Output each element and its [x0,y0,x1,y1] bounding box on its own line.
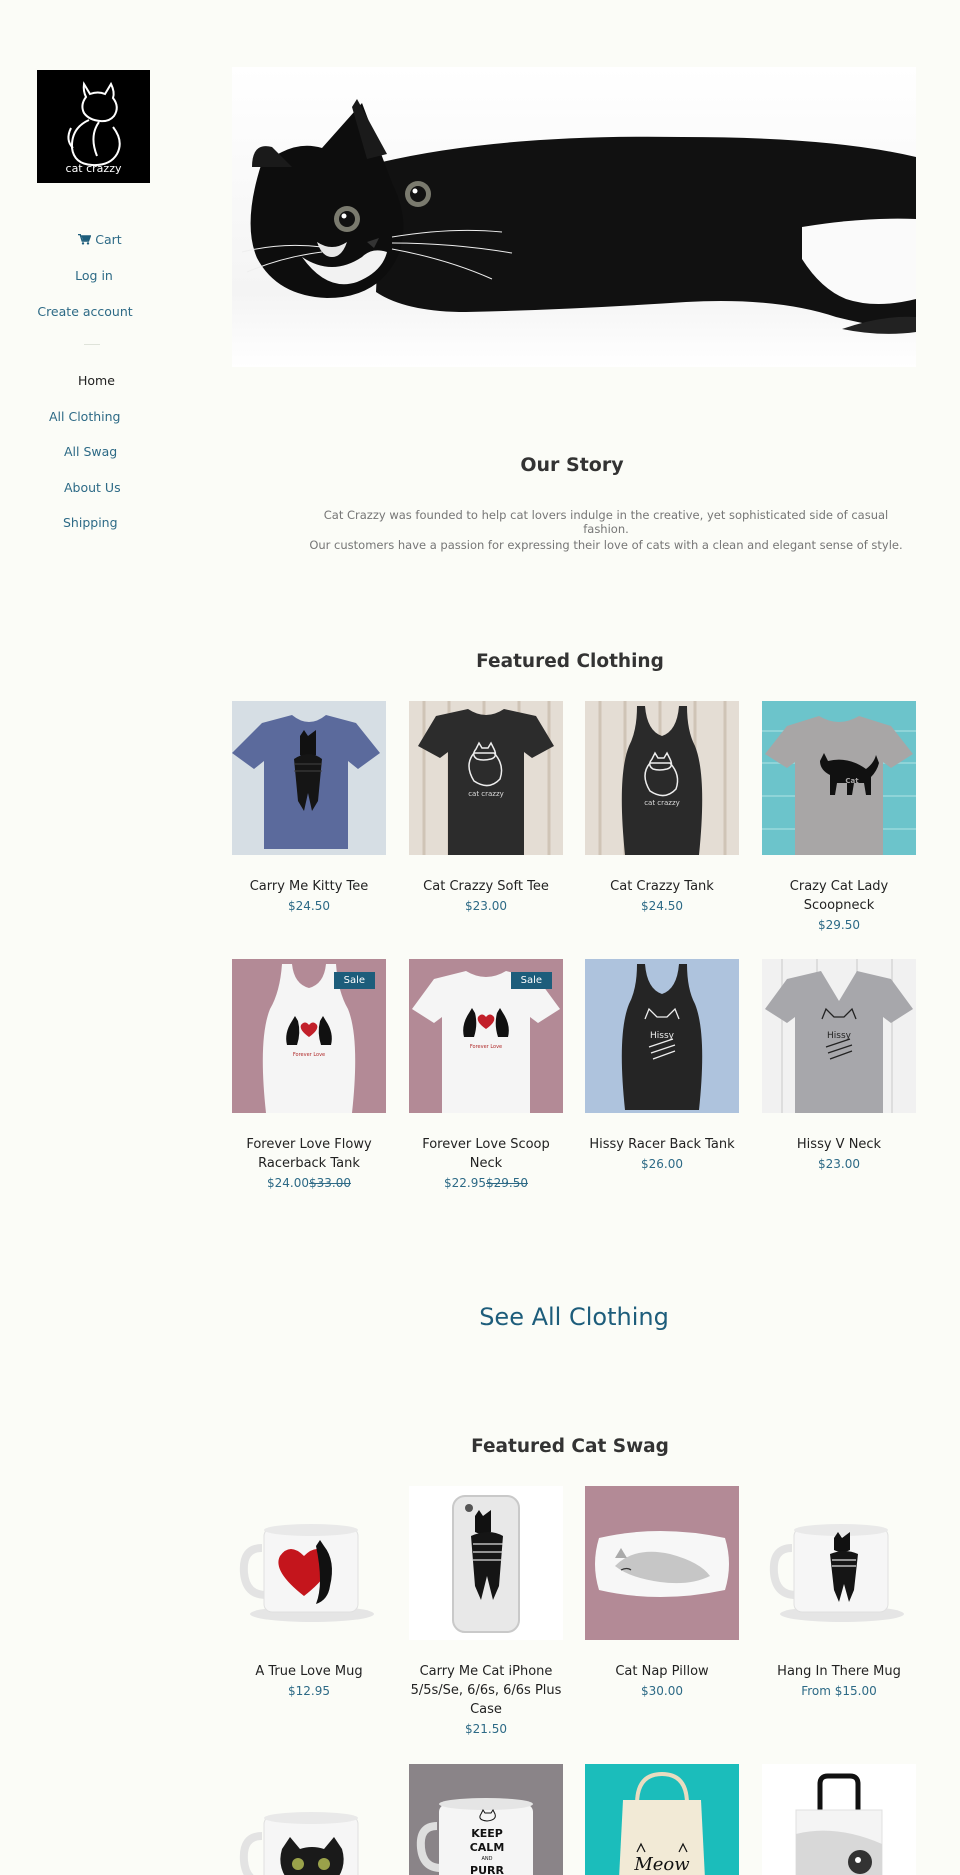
login-link[interactable]: Log in [0,266,185,302]
account-links: Cart Log in Create account [0,230,185,338]
main-nav: Home All Clothing All Swag About Us Ship… [0,372,185,550]
product-card[interactable]: Meow [585,1764,739,1875]
product-name: Forever Love Flowy Racerback Tank [246,1137,372,1171]
product-card[interactable]: Forever Love Sale Forever Love Scoop Nec… [409,959,563,1192]
product-card[interactable]: KEEP CALM AND PURR [409,1764,563,1875]
sidebar-divider [84,344,100,345]
nav-item-all-swag[interactable]: All Swag [0,443,185,479]
sale-badge: Sale [510,972,552,989]
product-card[interactable]: Carry Me Cat iPhone 5/5s/Se, 6/6s, 6/6s … [409,1486,563,1738]
product-image: cat crazzy [585,701,739,855]
product-name: Forever Love Scoop Neck [422,1137,550,1171]
product-card[interactable]: Cat Crazy Cat Lady Scoopneck $29.50 [762,701,916,934]
cart-link[interactable]: Cart [0,230,185,266]
nav-item-about-us[interactable]: About Us [0,479,185,515]
product-card[interactable]: cat crazzy Cat Crazzy Soft Tee $23.00 [409,701,563,915]
svg-text:Cat: Cat [845,777,859,785]
product-card[interactable]: Forever Love Sale Forever Love Flowy Rac… [232,959,386,1192]
product-card[interactable]: Hissy Hissy V Neck $23.00 [762,959,916,1173]
sale-price: $22.95 [444,1176,486,1190]
product-image [232,701,386,855]
product-name: Cat Crazzy Soft Tee [423,879,549,894]
product-name: Hang In There Mug [777,1664,901,1679]
product-price: $21.50 [465,1722,507,1736]
product-name: Crazy Cat Lady Scoopneck [789,879,889,913]
product-image [762,1764,916,1875]
compare-price: $33.00 [309,1176,351,1190]
product-card[interactable] [232,1764,386,1875]
svg-text:Forever Love: Forever Love [293,1052,325,1058]
nav-item-all-clothing[interactable]: All Clothing [0,408,185,444]
product-name: Cat Crazzy Tank [610,879,714,894]
product-price: $24.50 [288,899,330,913]
product-price: $23.00 [465,899,507,913]
product-image: Meow [585,1764,739,1875]
product-price: $29.50 [818,918,860,932]
cart-label: Cart [95,232,122,247]
logo-text: cat crazzy [65,162,122,175]
product-card[interactable]: Carry Me Kitty Tee $24.50 [232,701,386,915]
sale-badge: Sale [333,972,375,989]
nav-item-shipping[interactable]: Shipping [0,514,185,550]
product-image: Forever Love Sale [409,959,563,1113]
featured-clothing-title: Featured Clothing [476,651,664,672]
product-card[interactable]: Cat Nap Pillow $30.00 [585,1486,739,1700]
product-price: $24.50 [641,899,683,913]
product-image [409,1486,563,1640]
hero-image [232,67,916,367]
product-price: $26.00 [641,1157,683,1171]
product-price: $23.00 [818,1157,860,1171]
product-price: From $15.00 [801,1684,877,1698]
product-card[interactable]: Hissy Hissy Racer Back Tank $26.00 [585,959,739,1173]
product-image [232,1764,386,1875]
product-price: $12.95 [288,1684,330,1698]
product-name: Hissy V Neck [796,1137,882,1152]
product-image: cat crazzy [409,701,563,855]
product-image: Hissy [585,959,739,1113]
product-card[interactable]: A True Love Mug $12.95 [232,1486,386,1700]
product-name: A True Love Mug [255,1664,363,1679]
product-image [762,1486,916,1640]
product-name: Carry Me Cat iPhone 5/5s/Se, 6/6s, 6/6s … [410,1664,562,1717]
nav-item-home[interactable]: Home [0,372,185,408]
cart-icon [78,234,92,245]
product-image: KEEP CALM AND PURR [409,1764,563,1875]
keep-calm-text: KEEP [471,1827,503,1840]
our-story-title: Our Story [520,454,624,476]
svg-text:PURR: PURR [470,1864,504,1875]
product-image: Forever Love Sale [232,959,386,1113]
svg-text:CALM: CALM [470,1841,505,1854]
compare-price: $29.50 [486,1176,528,1190]
see-all-clothing-link[interactable]: See All Clothing [232,1303,916,1331]
product-card[interactable] [762,1764,916,1875]
product-name: Hissy Racer Back Tank [589,1137,735,1152]
product-image [232,1486,386,1640]
product-name: Carry Me Kitty Tee [249,879,369,894]
featured-swag-title: Featured Cat Swag [471,1436,669,1457]
create-account-link[interactable]: Create account [0,302,185,338]
product-image: Cat [762,701,916,855]
our-story-paragraph-1: Cat Crazzy was founded to help cat lover… [323,508,889,536]
svg-text:Forever Love: Forever Love [470,1044,502,1050]
our-story-paragraph-2: Our customers have a passion for express… [309,538,903,552]
svg-text:cat crazzy: cat crazzy [468,790,504,798]
meow-text: Meow [633,1854,690,1875]
product-card[interactable]: cat crazzy Cat Crazzy Tank $24.50 [585,701,739,915]
product-price: $30.00 [641,1684,683,1698]
product-price: $22.95$29.50 [409,1174,563,1192]
product-image: Hissy [762,959,916,1113]
store-logo[interactable]: cat crazzy [37,70,150,183]
product-name: Cat Nap Pillow [615,1664,709,1679]
sale-price: $24.00 [267,1176,309,1190]
svg-text:cat crazzy: cat crazzy [644,799,680,807]
svg-text:AND: AND [481,1856,492,1862]
product-image [585,1486,739,1640]
product-card[interactable]: Hang In There Mug From $15.00 [762,1486,916,1700]
product-price: $24.00$33.00 [232,1174,386,1192]
